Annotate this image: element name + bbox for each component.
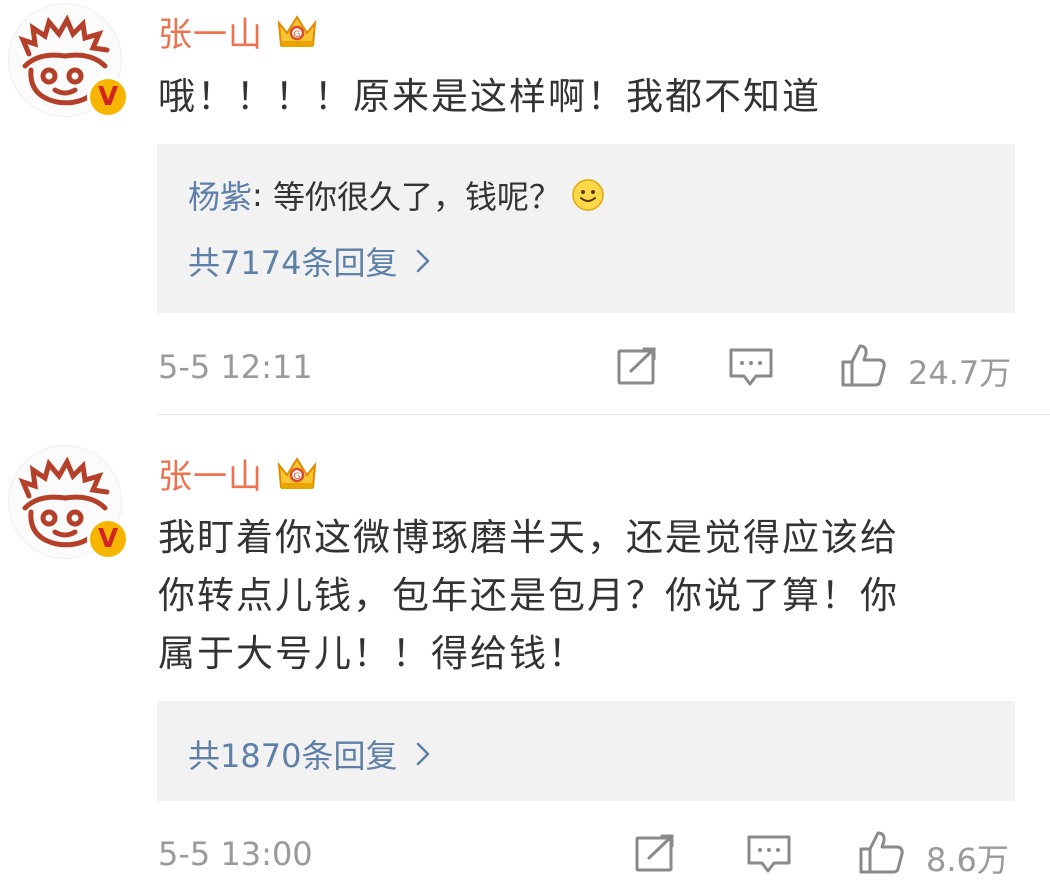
reply-count-link[interactable]: 共7174条回复	[188, 238, 431, 284]
vip-crown-icon: G	[277, 15, 317, 47]
avatar[interactable]: V	[8, 445, 129, 560]
repost-icon[interactable]	[634, 833, 678, 873]
reply-preview-box[interactable]: 共1870条回复	[157, 701, 1015, 801]
comment-time: 5-5 12:11	[158, 348, 313, 386]
reply-author[interactable]: 杨紫	[188, 172, 252, 218]
like-icon[interactable]	[840, 342, 888, 388]
reply-text: 等你很久了，钱呢？	[272, 178, 561, 216]
comment-time: 5-5 13:00	[158, 835, 313, 873]
comment-item: V 张一山 G 我盯着你这微博琢磨半天，还是觉得应该给 你转点儿钱，包年还是包月…	[0, 415, 1050, 879]
comment-item: V 张一山 G 哦！！！！原来是这样啊！我都不知道 杨紫 : 等你很久了，钱呢？…	[0, 0, 1050, 415]
username[interactable]: 张一山	[158, 449, 263, 498]
comment-text-line: 属于大号儿！！得给钱！	[158, 632, 587, 675]
like-count: 8.6万	[926, 841, 1009, 879]
like-icon[interactable]	[858, 829, 906, 875]
comment-text-line: 你转点儿钱，包年还是包月？你说了算！你	[158, 574, 899, 617]
chevron-right-icon	[417, 249, 430, 273]
svg-text:G: G	[294, 30, 301, 40]
vip-crown-icon: G	[277, 457, 317, 489]
reply-count-link[interactable]: 共1870条回复	[188, 731, 431, 777]
comment-icon[interactable]	[728, 346, 774, 390]
chevron-right-icon	[417, 742, 430, 766]
reply-count-label: 共7174条回复	[188, 244, 398, 282]
smiley-icon	[572, 179, 604, 211]
repost-icon[interactable]	[616, 346, 660, 386]
username[interactable]: 张一山	[158, 7, 263, 56]
comment-text: 我盯着你这微博琢磨半天，还是觉得应该给 你转点儿钱，包年还是包月？你说了算！你 …	[158, 509, 1018, 683]
reply-count-label: 共1870条回复	[188, 737, 398, 775]
avatar[interactable]: V	[8, 3, 129, 118]
reply-preview-box[interactable]: 杨紫 : 等你很久了，钱呢？ 共7174条回复	[157, 144, 1015, 313]
username-row: 张一山 G	[158, 453, 319, 497]
verified-v-badge: V	[87, 518, 129, 560]
reply-separator: :	[252, 176, 273, 214]
reply-preview[interactable]: 杨紫 : 等你很久了，钱呢？	[188, 172, 605, 218]
username-row: 张一山 G	[158, 11, 319, 55]
comment-text-line: 我盯着你这微博琢磨半天，还是觉得应该给	[158, 516, 899, 559]
svg-text:G: G	[294, 472, 301, 482]
like-count: 24.7万	[908, 354, 1012, 392]
verified-v-badge: V	[87, 76, 129, 118]
comment-icon[interactable]	[746, 833, 792, 877]
comment-text: 哦！！！！原来是这样啊！我都不知道	[158, 75, 821, 118]
